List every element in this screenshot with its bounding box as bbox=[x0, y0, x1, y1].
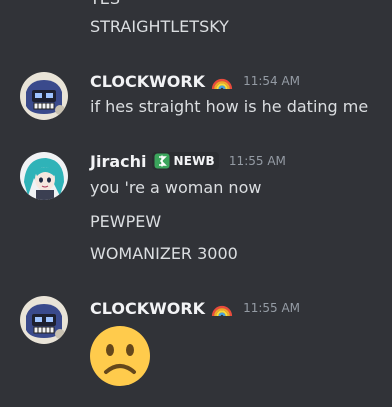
message-text: if hes straight how is he dating me bbox=[90, 97, 369, 116]
avatar-jirachi[interactable] bbox=[20, 152, 68, 200]
timestamp[interactable]: 11:55 AM bbox=[243, 301, 300, 315]
message-line: STRAIGHTLETSKY bbox=[90, 17, 229, 36]
rainbow-emoji-icon bbox=[211, 71, 233, 91]
username-jirachi[interactable]: Jirachi bbox=[90, 152, 146, 171]
message-line-partial: YES bbox=[90, 0, 120, 9]
avatar-clockwork[interactable] bbox=[20, 296, 68, 344]
chat-messages: YES STRAIGHTLETSKY CLOCKWORK bbox=[0, 0, 392, 407]
badge-label: NEWB bbox=[173, 154, 215, 168]
frowning-face-emoji-icon bbox=[88, 324, 152, 388]
timestamp[interactable]: 11:54 AM bbox=[243, 74, 300, 88]
newb-badge[interactable]: NEWB bbox=[152, 152, 219, 170]
clockwork-avatar-icon bbox=[20, 296, 68, 344]
message-header: CLOCKWORK 11:55 AM bbox=[90, 297, 300, 319]
username-clockwork[interactable]: CLOCKWORK bbox=[90, 299, 205, 318]
avatar-clockwork[interactable] bbox=[20, 72, 68, 120]
message-text: you 're a woman now bbox=[90, 178, 262, 197]
rainbow-emoji-icon bbox=[211, 298, 233, 318]
jirachi-avatar-icon bbox=[20, 152, 68, 200]
message-header: Jirachi NEWB 11:55 AM bbox=[90, 150, 286, 172]
green-dollar-badge-icon bbox=[154, 153, 170, 169]
message-text: WOMANIZER 3000 bbox=[90, 244, 238, 263]
clockwork-avatar-icon bbox=[20, 72, 68, 120]
timestamp[interactable]: 11:55 AM bbox=[229, 154, 286, 168]
message-text: PEWPEW bbox=[90, 212, 162, 231]
message-header: CLOCKWORK 11:54 AM bbox=[90, 70, 300, 92]
username-clockwork[interactable]: CLOCKWORK bbox=[90, 72, 205, 91]
